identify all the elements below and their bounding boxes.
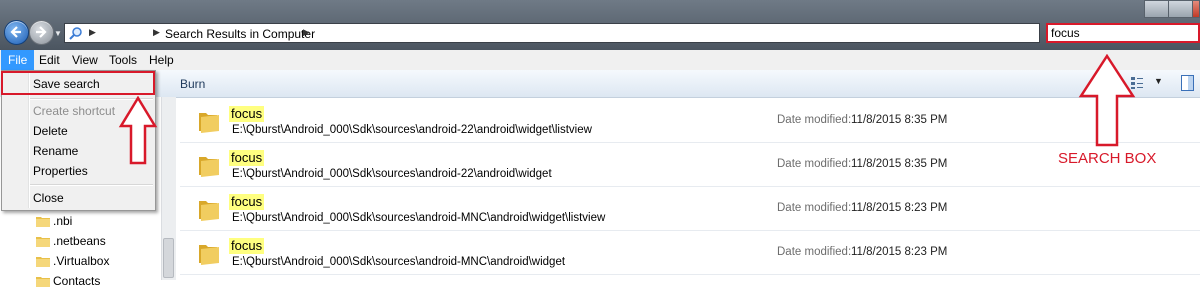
chevron-right-icon[interactable]: ▶ — [89, 27, 96, 38]
command-bar: Burn ▼ — [0, 70, 1200, 98]
search-box-annotation-label: SEARCH BOX — [1058, 150, 1157, 167]
forward-button[interactable] — [29, 20, 54, 45]
date-modified-value: 11/8/2015 8:35 PM — [851, 158, 948, 170]
tree-item-label: .netbeans — [53, 234, 106, 248]
folder-icon — [36, 257, 50, 267]
save-search-highlight-box — [1, 71, 155, 95]
tree-item-label: .Virtualbox — [53, 254, 110, 268]
arrow-right-icon — [36, 26, 47, 38]
date-modified-label: Date modified: — [777, 202, 852, 214]
address-bar[interactable]: ▶ ▶ Search Results in Computer ▶ ⇆ — [64, 23, 1097, 43]
result-name: focus — [229, 194, 265, 210]
folder-icon — [36, 277, 50, 287]
close-window-button[interactable] — [1192, 0, 1200, 18]
result-name: focus — [229, 106, 265, 122]
back-button[interactable] — [4, 20, 29, 45]
menu-separator — [30, 184, 153, 186]
menu-item-delete[interactable]: Delete — [33, 124, 68, 138]
history-dropdown-icon[interactable]: ▼ — [54, 29, 62, 38]
folder-icon — [199, 201, 219, 221]
arrow-left-icon — [10, 26, 21, 38]
result-row[interactable]: focus E:\Qburst\Android_000\Sdk\sources\… — [180, 187, 1200, 231]
date-modified-label: Date modified: — [777, 246, 852, 258]
menu-help[interactable]: Help — [142, 50, 181, 70]
title-bar: ▼ ▶ ▶ Search Results in Computer ▶ ⇆ — [0, 0, 1200, 50]
up-arrow-annotation-icon — [1078, 54, 1136, 147]
address-path: Search Results in Computer — [165, 27, 316, 41]
date-modified-label: Date modified: — [777, 158, 852, 170]
menu-tools[interactable]: Tools — [102, 50, 144, 70]
search-box[interactable] — [1046, 23, 1200, 43]
folder-icon — [199, 157, 219, 177]
menu-item-close[interactable]: Close — [33, 191, 64, 205]
preview-pane-icon[interactable] — [1181, 75, 1194, 91]
folder-icon — [36, 237, 50, 247]
date-modified-value: 11/8/2015 8:35 PM — [851, 114, 948, 126]
menu-item-rename[interactable]: Rename — [33, 144, 78, 158]
result-path: E:\Qburst\Android_000\Sdk\sources\androi… — [232, 212, 606, 224]
result-row[interactable]: focus E:\Qburst\Android_000\Sdk\sources\… — [180, 143, 1200, 187]
folder-icon — [199, 245, 219, 265]
result-path: E:\Qburst\Android_000\Sdk\sources\androi… — [232, 256, 566, 268]
chevron-right-icon[interactable]: ▶ — [153, 27, 160, 38]
scrollbar-thumb[interactable] — [163, 238, 174, 278]
results-list: focus E:\Qburst\Android_000\Sdk\sources\… — [180, 97, 1200, 280]
result-row[interactable]: focus E:\Qburst\Android_000\Sdk\sources\… — [180, 99, 1200, 143]
up-arrow-annotation-icon — [118, 96, 158, 165]
nav-scrollbar[interactable] — [161, 97, 176, 280]
search-input[interactable] — [1048, 25, 1191, 40]
tree-item-label: .nbi — [53, 214, 73, 228]
result-path: E:\Qburst\Android_000\Sdk\sources\androi… — [232, 168, 552, 180]
result-name: focus — [229, 238, 265, 254]
maximize-button[interactable] — [1168, 0, 1193, 18]
result-path: E:\Qburst\Android_000\Sdk\sources\androi… — [232, 124, 592, 136]
minimize-button[interactable] — [1144, 0, 1169, 18]
date-modified-label: Date modified: — [777, 114, 852, 126]
result-name: focus — [229, 150, 265, 166]
folder-icon — [36, 217, 50, 227]
burn-button[interactable]: Burn — [180, 77, 205, 91]
menu-file[interactable]: File — [1, 50, 35, 70]
menu-view[interactable]: View — [65, 50, 105, 70]
menu-item-create-shortcut[interactable]: Create shortcut — [33, 104, 115, 118]
menu-edit[interactable]: Edit — [32, 50, 67, 70]
date-modified-value: 11/8/2015 8:23 PM — [851, 202, 948, 214]
folder-icon — [199, 113, 219, 133]
menu-bar: File Edit View Tools Help — [0, 50, 1200, 71]
tree-item-label: Contacts — [53, 274, 101, 288]
menu-item-properties[interactable]: Properties — [33, 164, 88, 178]
date-modified-value: 11/8/2015 8:23 PM — [851, 246, 948, 258]
chevron-right-icon[interactable]: ▶ — [303, 27, 310, 38]
search-folder-icon — [69, 27, 82, 40]
result-row[interactable]: focus E:\Qburst\Android_000\Sdk\sources\… — [180, 231, 1200, 275]
view-dropdown-icon[interactable]: ▼ — [1154, 76, 1163, 86]
